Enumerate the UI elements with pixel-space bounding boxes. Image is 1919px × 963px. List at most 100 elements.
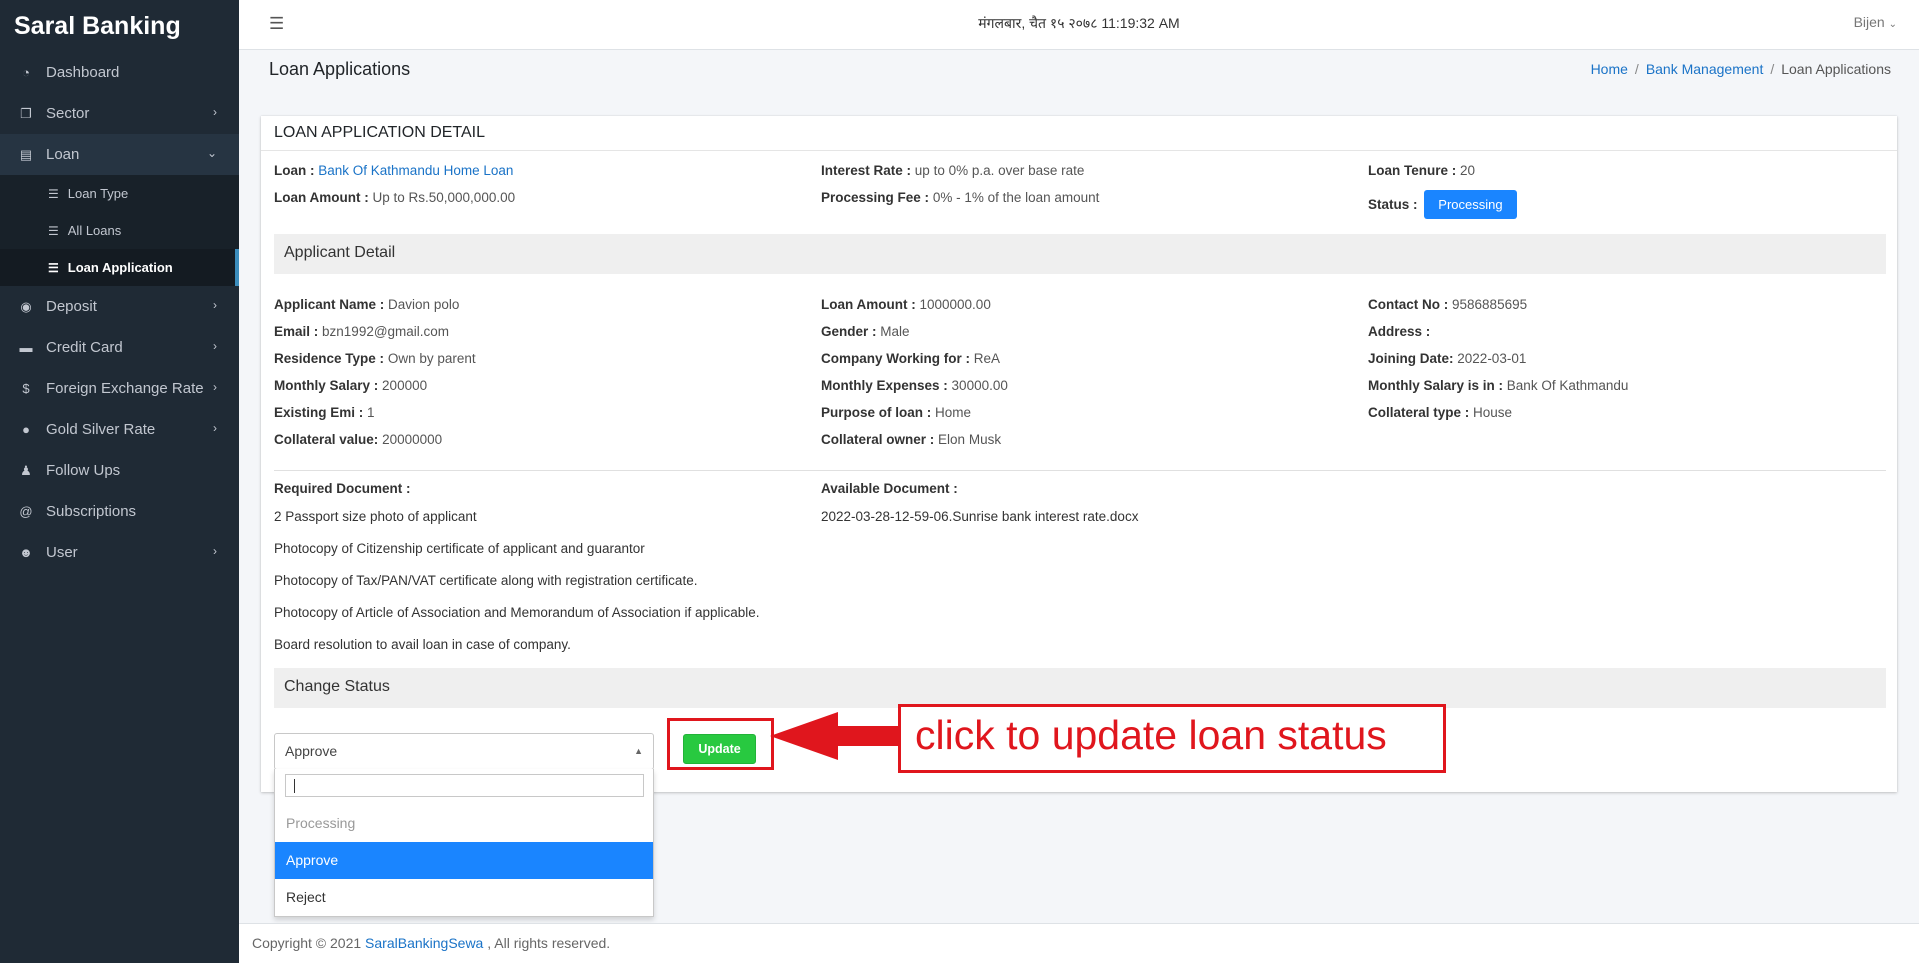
sidebar: Saral Banking ◔ Dashboard ❐ Sector › ▤ L…	[0, 0, 239, 963]
divider	[274, 470, 1886, 471]
field-value: 9586885695	[1452, 297, 1528, 312]
breadcrumb-separator: /	[1634, 61, 1639, 77]
user-menu[interactable]: Bijen ⌄	[1854, 14, 1897, 30]
sidebar-item-label: Sector	[46, 105, 90, 122]
users-icon: ☻	[19, 545, 33, 560]
field-label: Collateral type :	[1368, 405, 1470, 420]
processing-fee-field: Processing Fee : 0% - 1% of the loan amo…	[821, 190, 1099, 205]
sidebar-item-loan-application[interactable]: ☰ Loan Application	[0, 249, 239, 286]
applicant-name-field: Applicant Name : Davion polo	[274, 297, 459, 312]
sidebar-item-user[interactable]: ☻ User ›	[0, 532, 239, 573]
topbar: ☰ मंगलबार, चैत १५ २०७८ 11:19:32 AM Bijen…	[239, 0, 1919, 50]
sidebar-item-deposit[interactable]: ◉ Deposit ›	[0, 286, 239, 327]
option-reject[interactable]: Reject	[275, 879, 653, 916]
status-field: Status : Processing	[1368, 190, 1517, 219]
sidebar-item-loan-type[interactable]: ☰ Loan Type	[0, 175, 239, 212]
user-name: Bijen	[1853, 14, 1885, 30]
sidebar-item-subscriptions[interactable]: @ Subscriptions	[0, 491, 239, 532]
breadcrumb-current: Loan Applications	[1781, 61, 1891, 77]
field-label: Loan :	[274, 163, 315, 178]
contact-no-field: Contact No : 9586885695	[1368, 297, 1527, 312]
field-label: Address :	[1368, 324, 1431, 339]
hand-coin-icon: ●	[22, 422, 30, 437]
field-value: Male	[880, 324, 910, 339]
existing-emi-field: Existing Emi : 1	[274, 405, 375, 420]
option-approve[interactable]: Approve	[275, 842, 653, 879]
collateral-owner-field: Collateral owner : Elon Musk	[821, 432, 1001, 447]
footer-rights: , All rights reserved.	[487, 935, 611, 951]
sidebar-item-loan[interactable]: ▤ Loan ⌄	[0, 134, 239, 175]
sidebar-item-label: Gold Silver Rate	[46, 421, 156, 438]
available-document-label: Available Document :	[821, 481, 958, 496]
option-processing: Processing	[286, 815, 356, 831]
piggy-bank-icon: ◉	[20, 298, 32, 314]
loan-amount-field: Loan Amount : Up to Rs.50,000,000.00	[274, 190, 515, 205]
change-status-header: Change Status	[274, 668, 1886, 708]
sidebar-item-follow-ups[interactable]: ♟ Follow Ups	[0, 450, 239, 491]
chevron-down-icon: ⌄	[206, 146, 217, 160]
sidebar-subitem-label: Loan Type	[67, 186, 129, 201]
field-value: Bank Of Kathmandu	[1506, 378, 1629, 393]
caret-up-icon: ▲	[634, 746, 643, 756]
loan-tenure-field: Loan Tenure : 20	[1368, 163, 1475, 178]
sidebar-item-gold-silver[interactable]: ● Gold Silver Rate ›	[0, 409, 239, 450]
field-label: Email :	[274, 324, 319, 339]
dollar-icon: $	[22, 381, 30, 396]
brand-logo[interactable]: Saral Banking	[0, 0, 239, 52]
field-label: Contact No :	[1368, 297, 1449, 312]
available-document-link[interactable]: 2022-03-28-12-59-06.Sunrise bank interes…	[821, 509, 1138, 524]
required-document-item: Photocopy of Citizenship certificate of …	[274, 541, 645, 556]
breadcrumb: Home / Bank Management / Loan Applications	[1591, 61, 1891, 77]
sidebar-item-all-loans[interactable]: ☰ All Loans	[0, 212, 239, 249]
purpose-field: Purpose of loan : Home	[821, 405, 971, 420]
sidebar-item-label: Loan	[46, 146, 80, 163]
field-label: Joining Date:	[1368, 351, 1454, 366]
sidebar-item-dashboard[interactable]: ◔ Dashboard	[0, 52, 239, 93]
sidebar-item-label: Credit Card	[46, 339, 123, 356]
list-icon: ☰	[48, 260, 59, 275]
field-value: Own by parent	[387, 351, 476, 366]
breadcrumb-home[interactable]: Home	[1591, 61, 1628, 77]
annotation-arrow-icon	[770, 712, 900, 760]
company-field: Company Working for : ReA	[821, 351, 1000, 366]
card-title: LOAN APPLICATION DETAIL	[261, 116, 1897, 151]
footer-link[interactable]: SaralBankingSewa	[365, 935, 483, 951]
field-label: Monthly Expenses :	[821, 378, 948, 393]
breadcrumb-bank-management[interactable]: Bank Management	[1646, 61, 1764, 77]
dropdown-search-input[interactable]	[285, 774, 644, 797]
update-button[interactable]: Update	[683, 734, 756, 764]
field-value: Davion polo	[388, 297, 460, 312]
field-label: Processing Fee :	[821, 190, 930, 205]
page-title: Loan Applications	[269, 59, 411, 79]
loan-application-card: LOAN APPLICATION DETAIL Loan : Bank Of K…	[261, 116, 1897, 792]
collateral-value-field: Collateral value: 20000000	[274, 432, 442, 447]
annotation-callout: click to update loan status	[898, 704, 1446, 773]
required-document-item: Board resolution to avail loan in case o…	[274, 637, 571, 652]
status-badge[interactable]: Processing	[1424, 190, 1517, 219]
at-icon: @	[19, 504, 33, 519]
collateral-type-field: Collateral type : House	[1368, 405, 1512, 420]
field-value: Elon Musk	[938, 432, 1002, 447]
status-select[interactable]: Approve ▲	[274, 733, 654, 770]
status-select-value: Approve	[285, 743, 338, 759]
credit-card-icon: ▬	[19, 340, 33, 355]
loan-name-link[interactable]: Bank Of Kathmandu Home Loan	[318, 163, 513, 178]
sidebar-item-sector[interactable]: ❐ Sector ›	[0, 93, 239, 134]
sidebar-item-foreign-exchange[interactable]: $ Foreign Exchange Rate ›	[0, 368, 239, 409]
residence-type-field: Residence Type : Own by parent	[274, 351, 476, 366]
required-document-item: Photocopy of Tax/PAN/VAT certificate alo…	[274, 573, 698, 588]
sidebar-item-credit-card[interactable]: ▬ Credit Card ›	[0, 327, 239, 368]
sidebar-item-label: Follow Ups	[46, 462, 121, 479]
monthly-expenses-field: Monthly Expenses : 30000.00	[821, 378, 1008, 393]
chevron-down-icon: ⌄	[1888, 19, 1897, 30]
status-dropdown: Processing Approve Reject	[274, 769, 654, 917]
field-label: Monthly Salary is in :	[1368, 378, 1504, 393]
joining-date-field: Joining Date: 2022-03-01	[1368, 351, 1526, 366]
field-label: Status :	[1368, 197, 1418, 212]
required-document-item: Photocopy of Article of Association and …	[274, 605, 760, 620]
copy-icon: ❐	[20, 105, 32, 121]
datetime-display: मंगलबार, चैत १५ २०७८ 11:19:32 AM	[978, 15, 1180, 31]
chevron-right-icon: ›	[213, 380, 217, 394]
sidebar-subitem-label: Loan Application	[67, 260, 173, 275]
breadcrumb-separator: /	[1770, 61, 1775, 77]
